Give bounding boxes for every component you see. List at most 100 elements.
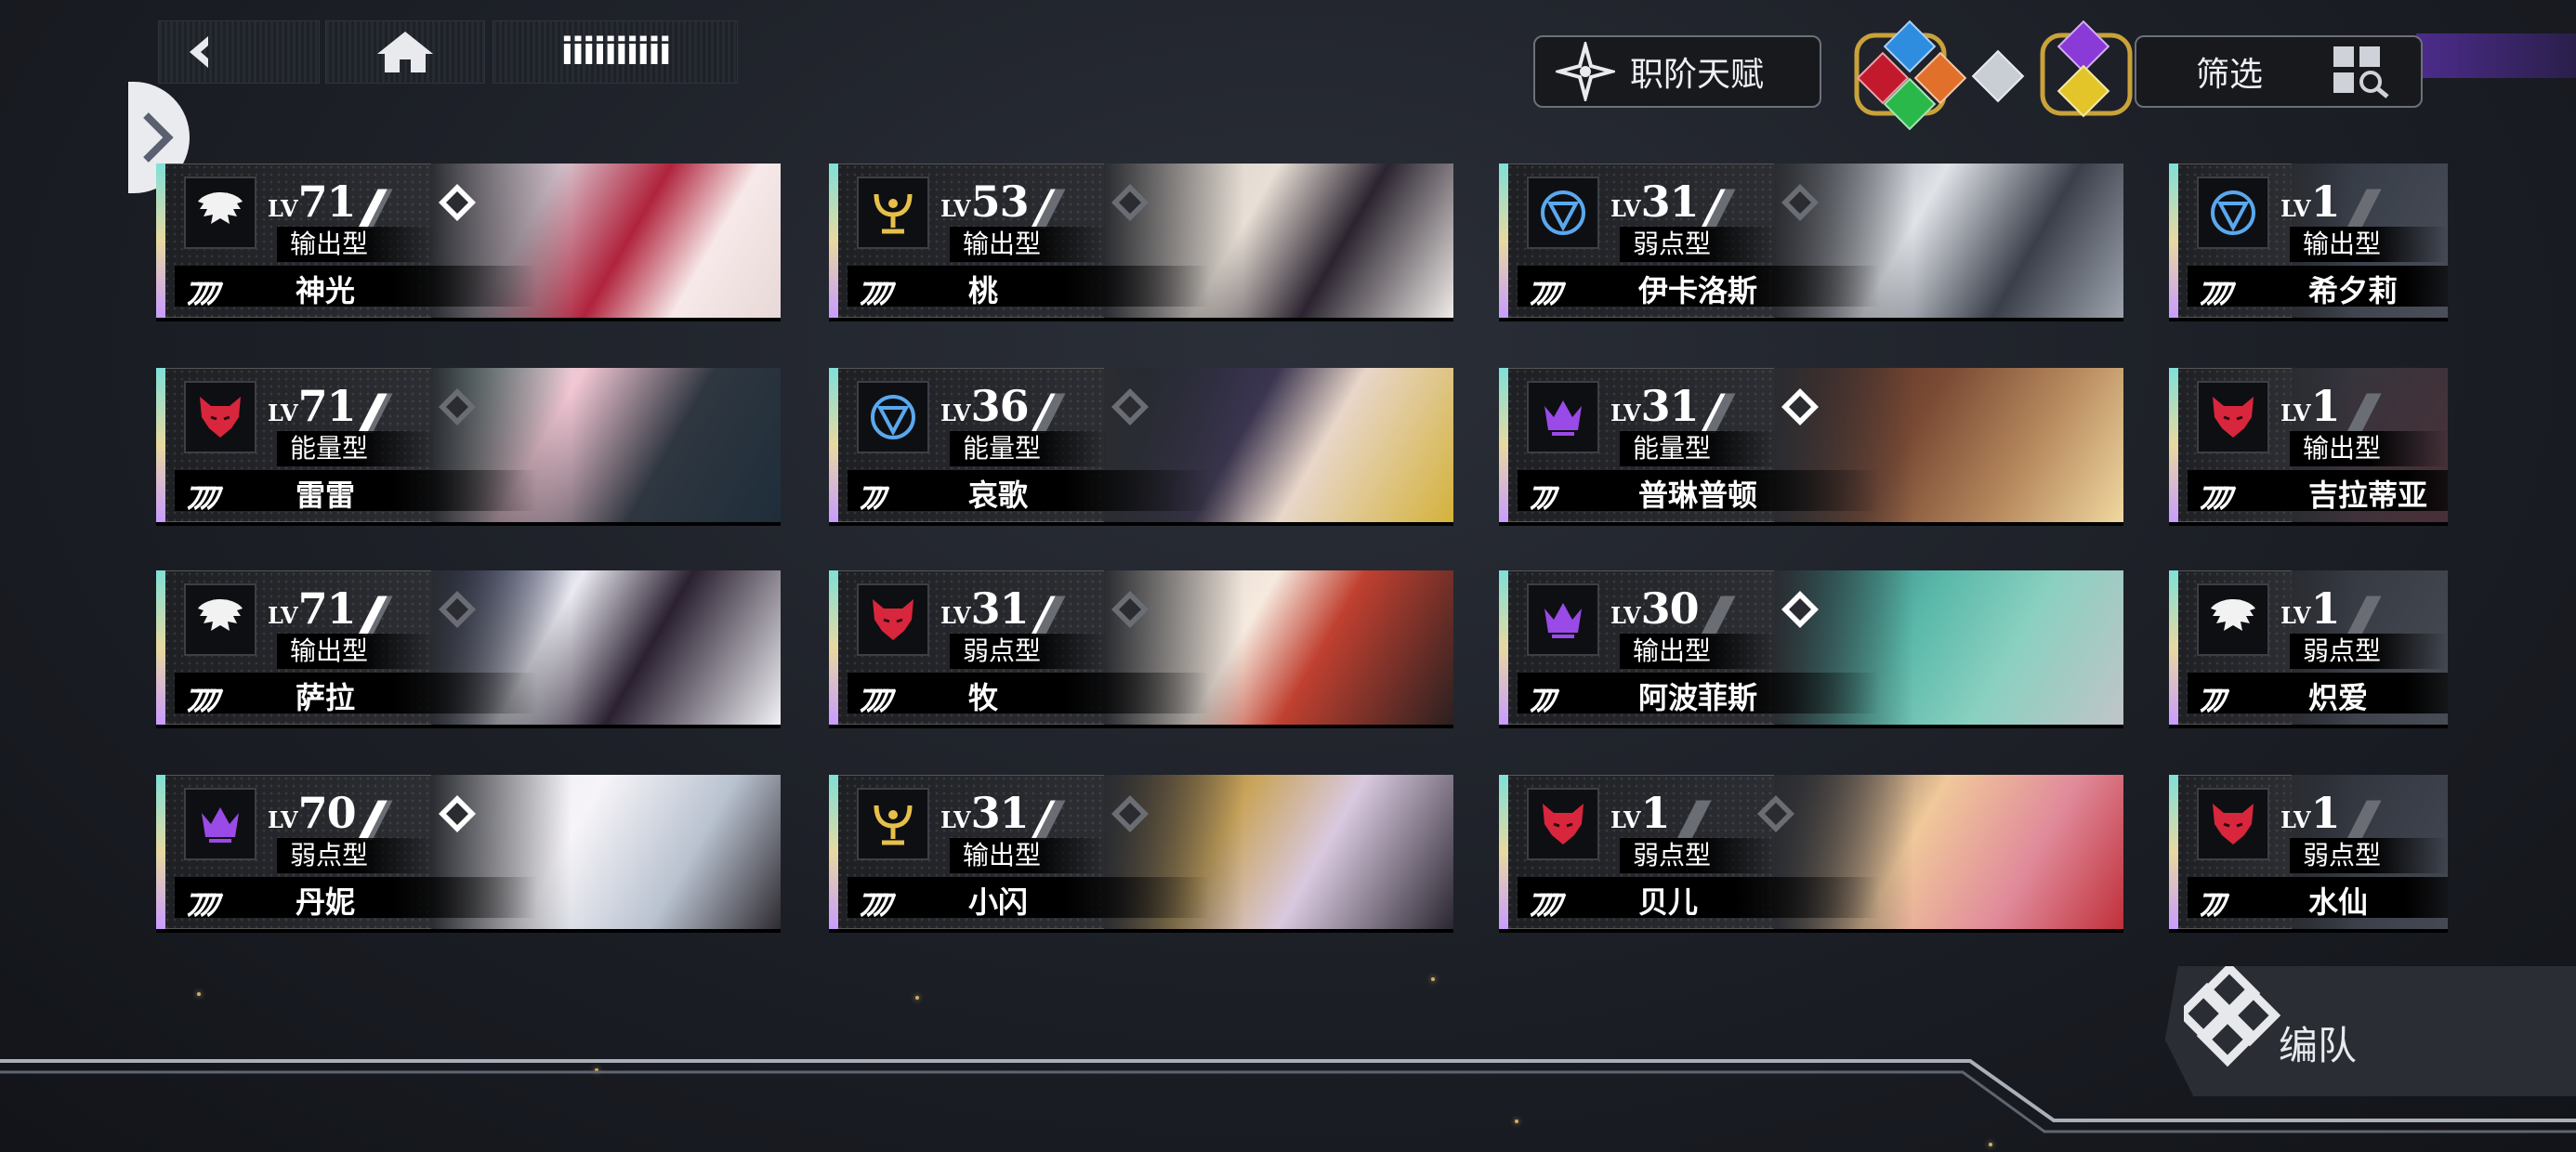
star-rating: ﾌﾌﾌﾌ <box>2197 479 2232 517</box>
character-name: 希夕莉 <box>2308 273 2399 308</box>
page-title: iiiiiiiiii <box>493 20 738 84</box>
card-edge-accent <box>2169 368 2178 522</box>
level-prefix: LV <box>2280 602 2311 629</box>
name-bar <box>848 266 1210 307</box>
crown-icon <box>1527 583 1599 656</box>
sparkle <box>1989 1143 1992 1146</box>
star-rating: ﾌﾌﾌ <box>2197 682 2226 719</box>
rank-diamond-icon <box>1781 388 1819 425</box>
card-edge-accent <box>829 164 838 318</box>
role-label: 能量型 <box>277 431 435 466</box>
character-card[interactable]: LV36///能量型 ﾌﾌﾌ 哀歌 <box>829 368 1453 522</box>
crown-icon <box>1527 381 1599 453</box>
star-rating: ﾌﾌﾌﾌ <box>857 275 892 312</box>
level-value: 70 <box>297 788 357 838</box>
level-label: LV71 <box>268 177 357 227</box>
character-name: 牧 <box>968 680 999 715</box>
character-card[interactable]: LV30///输出型 ﾌﾌﾌ 阿波菲斯 <box>1499 570 2123 725</box>
character-card[interactable]: LV1///输出型 ﾌﾌﾌﾌ 吉拉蒂亚 <box>2169 368 2448 522</box>
rank-diamond-icon <box>1781 591 1819 628</box>
level-label: LV1 <box>1610 788 1671 838</box>
level-value: 31 <box>970 788 1030 838</box>
star-rating: ﾌﾌﾌﾌ <box>1527 886 1562 923</box>
star-rating: ﾌﾌﾌﾌ <box>184 275 219 312</box>
level-prefix: LV <box>2280 806 2311 833</box>
level-label: LV1 <box>2280 381 2341 431</box>
role-label: 能量型 <box>1620 431 1778 466</box>
character-card[interactable]: LV31///弱点型 ﾌﾌﾌﾌ 伊卡洛斯 <box>1499 164 2123 318</box>
character-name: 神光 <box>296 273 356 308</box>
role-label: 弱点型 <box>277 838 435 873</box>
level-value: 1 <box>2310 583 2341 634</box>
character-card[interactable]: LV31///输出型 ﾌﾌﾌﾌ 小闪 <box>829 775 1453 929</box>
card-edge-accent <box>156 164 165 318</box>
character-card[interactable]: LV1///弱点型 ﾌﾌﾌ 水仙 <box>2169 775 2448 929</box>
role-label: 输出型 <box>277 634 435 669</box>
star-rating: ﾌﾌﾌﾌ <box>184 886 219 923</box>
card-edge-accent <box>156 368 165 522</box>
level-value: 1 <box>2310 177 2341 227</box>
level-value: 31 <box>1640 381 1700 431</box>
role-label: 输出型 <box>277 227 435 262</box>
level-label: LV70 <box>268 788 357 838</box>
rank-diamond-icon <box>1781 184 1819 221</box>
character-card[interactable]: LV1///弱点型 ﾌﾌﾌﾌ 贝儿 <box>1499 775 2123 929</box>
class-talent-label: 职阶天赋 <box>1630 56 1765 94</box>
back-arrow-icon <box>190 36 208 68</box>
filter-label: 筛选 <box>2196 56 2264 94</box>
level-value: 71 <box>297 381 357 431</box>
element-filter-cluster[interactable] <box>1849 20 2133 131</box>
card-edge-accent <box>2169 164 2178 318</box>
level-value: 1 <box>2310 788 2341 838</box>
character-name: 雷雷 <box>296 478 356 513</box>
star-rating: ﾌﾌﾌﾌ <box>1527 275 1562 312</box>
chevron-right-icon <box>143 112 174 163</box>
level-prefix: LV <box>1610 602 1641 629</box>
character-card[interactable]: LV70///弱点型 ﾌﾌﾌﾌ 丹妮 <box>156 775 781 929</box>
level-label: LV31 <box>1610 177 1700 227</box>
level-value: 1 <box>1640 788 1671 838</box>
character-card[interactable]: LV1///输出型 ﾌﾌﾌﾌ 希夕莉 <box>2169 164 2448 318</box>
wing-icon <box>184 583 256 656</box>
role-label: 输出型 <box>950 838 1108 873</box>
level-prefix: LV <box>268 399 298 426</box>
role-label: 输出型 <box>1620 634 1778 669</box>
rank-diamond-icon <box>1111 388 1149 425</box>
character-name: 伊卡洛斯 <box>1638 273 1758 308</box>
compass-star-icon <box>1556 42 1615 101</box>
star-rating: ﾌﾌﾌﾌ <box>184 682 219 719</box>
class-talent-button[interactable]: 职阶天赋 <box>1533 35 1821 108</box>
character-card[interactable]: LV1///弱点型 ﾌﾌﾌ 炽爱 <box>2169 570 2448 725</box>
character-card[interactable]: LV71///输出型 ﾌﾌﾌﾌ 神光 <box>156 164 781 318</box>
character-card[interactable]: LV71///输出型 ﾌﾌﾌﾌ 萨拉 <box>156 570 781 725</box>
shield-icon <box>857 381 929 453</box>
character-card[interactable]: LV71///能量型 ﾌﾌﾌﾌ 雷雷 <box>156 368 781 522</box>
rank-diamond-icon <box>1111 591 1149 628</box>
star-rating: ﾌﾌﾌ <box>857 479 886 517</box>
level-label: LV30 <box>1610 583 1700 634</box>
level-label: LV71 <box>268 381 357 431</box>
level-value: 71 <box>297 583 357 634</box>
character-card[interactable]: LV31///弱点型 ﾌﾌﾌﾌ牧 <box>829 570 1453 725</box>
home-button[interactable] <box>325 20 485 84</box>
character-card[interactable]: LV53///输出型 ﾌﾌﾌﾌ桃 <box>829 164 1453 318</box>
grid-search-icon <box>2333 46 2389 98</box>
level-prefix: LV <box>2280 195 2311 222</box>
rank-diamond-icon <box>439 795 476 832</box>
card-edge-accent <box>1499 368 1508 522</box>
star-rating: ﾌﾌﾌ <box>1527 682 1556 719</box>
level-value: 31 <box>970 583 1030 634</box>
level-prefix: LV <box>1610 195 1641 222</box>
level-label: LV71 <box>268 583 357 634</box>
bottom-decor-lines <box>0 1059 2576 1133</box>
level-prefix: LV <box>268 195 298 222</box>
level-prefix: LV <box>940 399 971 426</box>
level-prefix: LV <box>1610 399 1641 426</box>
name-bar <box>175 266 537 307</box>
character-card[interactable]: LV31///能量型 ﾌﾌﾌ 普琳普顿 <box>1499 368 2123 522</box>
card-edge-accent <box>156 775 165 929</box>
back-button[interactable] <box>158 20 320 84</box>
character-name: 吉拉蒂亚 <box>2308 478 2428 513</box>
chalice-icon <box>857 788 929 860</box>
filter-button[interactable]: 筛选 <box>2135 35 2423 108</box>
